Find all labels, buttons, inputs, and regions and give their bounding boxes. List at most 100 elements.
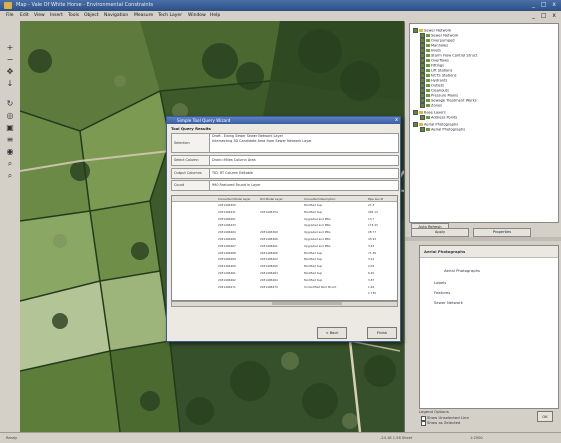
tree-label: Outlets (431, 83, 445, 88)
search-icon[interactable]: ⌕ (4, 159, 16, 168)
properties-button[interactable]: Properties (473, 228, 531, 237)
layer-icon (426, 39, 430, 42)
app-icon (4, 2, 12, 9)
menu-file[interactable]: File (6, 13, 14, 18)
menu-help[interactable]: Help (210, 13, 220, 18)
apply-button[interactable]: Apply (411, 228, 469, 237)
table-cell: 3.43 (368, 243, 375, 248)
layer-icon (426, 69, 430, 72)
layer-icon (426, 99, 430, 102)
table-cell: Modified Sup (304, 277, 323, 282)
option-row[interactable]: Show as Selected (421, 420, 460, 426)
arrow-icon[interactable]: ↓ (4, 79, 16, 88)
column-header[interactable]: Old Model Layer (260, 197, 283, 201)
table-cell: 2031496461 (218, 271, 236, 275)
tree-item[interactable]: Aerial Photographs (420, 127, 465, 132)
selection-label: Selection (171, 133, 211, 153)
zoom-out-icon[interactable]: − (4, 55, 16, 64)
status-bar: Ready -24.18 1.56 Sheet 1:2500 (0, 432, 561, 443)
zoom-in-icon[interactable]: + (4, 43, 16, 52)
document-controls[interactable]: _ □ x (532, 12, 558, 19)
tree-label: Manholes (431, 43, 449, 48)
table-cell: Modified Sup (304, 271, 323, 275)
column-header[interactable]: Converted Description (304, 197, 335, 201)
layer-properties-panel: Aerial Photographs Aerial Photographs La… (419, 245, 559, 409)
checkbox[interactable] (413, 28, 418, 33)
layer-icon (426, 54, 430, 57)
tree-label: Pressure Mains (431, 93, 458, 98)
menu-tools[interactable]: Tools (68, 13, 79, 18)
column-header[interactable]: Converted Model Layer (218, 197, 251, 201)
table-cell: 2031496433 (218, 223, 236, 228)
tree-item[interactable]: Zones (420, 103, 442, 108)
info-icon[interactable]: ◎ (4, 111, 16, 120)
option-label: Show as Selected (427, 420, 461, 425)
checkbox[interactable] (420, 127, 425, 132)
section-title: Tool Query Results (171, 126, 211, 131)
refresh-icon[interactable]: ↻ (4, 99, 16, 108)
checkbox[interactable] (420, 103, 425, 108)
tree-label: Lift Stations (431, 68, 453, 73)
folder-icon (419, 29, 423, 32)
ok-button[interactable]: OK (537, 411, 553, 422)
layer-icon (426, 44, 430, 47)
menu-window[interactable]: Window (188, 13, 206, 18)
tree-item[interactable]: Address Points (420, 115, 457, 120)
table-cell: 6.40 (368, 271, 375, 275)
table-cell: 2031496465 (260, 264, 278, 269)
layer-tree[interactable]: Sewer Network Sewer Network Overpumped M… (409, 23, 559, 223)
properties-title: Aerial Photographs (424, 249, 466, 254)
legend-options: Legend Options Show Unselected Line Show… (419, 409, 557, 429)
tree-label: Overpumped (431, 38, 455, 43)
menu-edit[interactable]: Edit (20, 13, 29, 18)
property-row[interactable]: Features (434, 290, 450, 295)
table-cell: 2031496354 (260, 209, 278, 214)
menu-navigation[interactable]: Navigation (104, 13, 128, 18)
menu-tech-layer[interactable]: Tech Layer (158, 13, 182, 18)
measure-icon[interactable]: ≡ (4, 135, 16, 144)
table-cell: Modified Sup (304, 203, 323, 207)
pan-icon[interactable]: ✥ (4, 67, 16, 76)
table-cell: 2031496466 (218, 237, 236, 241)
table-cell: 27.3 (368, 203, 375, 207)
back-button[interactable]: < Back (317, 327, 347, 339)
window-controls[interactable]: _ □ x (532, 1, 558, 8)
tree-label: Storm Flow Control Struct (431, 53, 478, 58)
layer-icon (426, 128, 430, 131)
property-row[interactable]: Sewer Network (434, 300, 463, 305)
menu-view[interactable]: View (34, 13, 45, 18)
column-header[interactable]: Pipe Len M (368, 197, 383, 201)
table-cell: 1.46 (368, 284, 375, 289)
tree-controls: Auto Refresh Apply Properties (409, 223, 557, 237)
binoculars-icon[interactable]: ◉ (4, 147, 16, 156)
table-cell: 2031496464 (260, 277, 278, 282)
table-cell: Modified Sup (304, 209, 323, 214)
checkbox[interactable] (421, 420, 426, 426)
table-cell: 2031496466 (260, 250, 278, 255)
panel-splitter[interactable] (405, 237, 561, 241)
tree-label: Inlets (431, 48, 441, 53)
results-table[interactable]: Converted Model Layer Old Model Layer Conv… (171, 195, 398, 301)
table-cell: 3.01 (368, 257, 375, 262)
checkbox[interactable] (413, 122, 418, 127)
magnifier-icon[interactable]: ⌕ (4, 171, 16, 180)
horizontal-scrollbar[interactable] (171, 301, 398, 307)
checkbox[interactable] (413, 110, 418, 115)
finish-button[interactable]: Finish (367, 327, 397, 339)
dialog-title-bar[interactable]: Simple Tool Query Wizard x (167, 117, 400, 124)
menu-insert[interactable]: Insert (50, 13, 63, 18)
close-icon[interactable]: x (395, 117, 398, 123)
selection-value: Draft - Ewing Sewer Sewer Network Layer … (209, 133, 399, 153)
menu-object[interactable]: Object (84, 13, 99, 18)
right-panel: Sewer Network Sewer Network Overpumped M… (405, 21, 561, 432)
select-icon[interactable]: ▣ (4, 123, 16, 132)
menu-measure[interactable]: Measure (134, 13, 153, 18)
checkbox[interactable] (420, 115, 425, 120)
property-row[interactable]: Labels (434, 280, 446, 285)
layer-icon (426, 34, 430, 37)
table-cell: 71.36 (368, 250, 377, 255)
scrollbar-thumb[interactable] (272, 302, 342, 305)
table-cell: 2031496431 (218, 209, 236, 214)
property-row[interactable]: Aerial Photographs (444, 268, 480, 273)
coordinates-readout: -24.18 1.56 Sheet (380, 436, 413, 440)
